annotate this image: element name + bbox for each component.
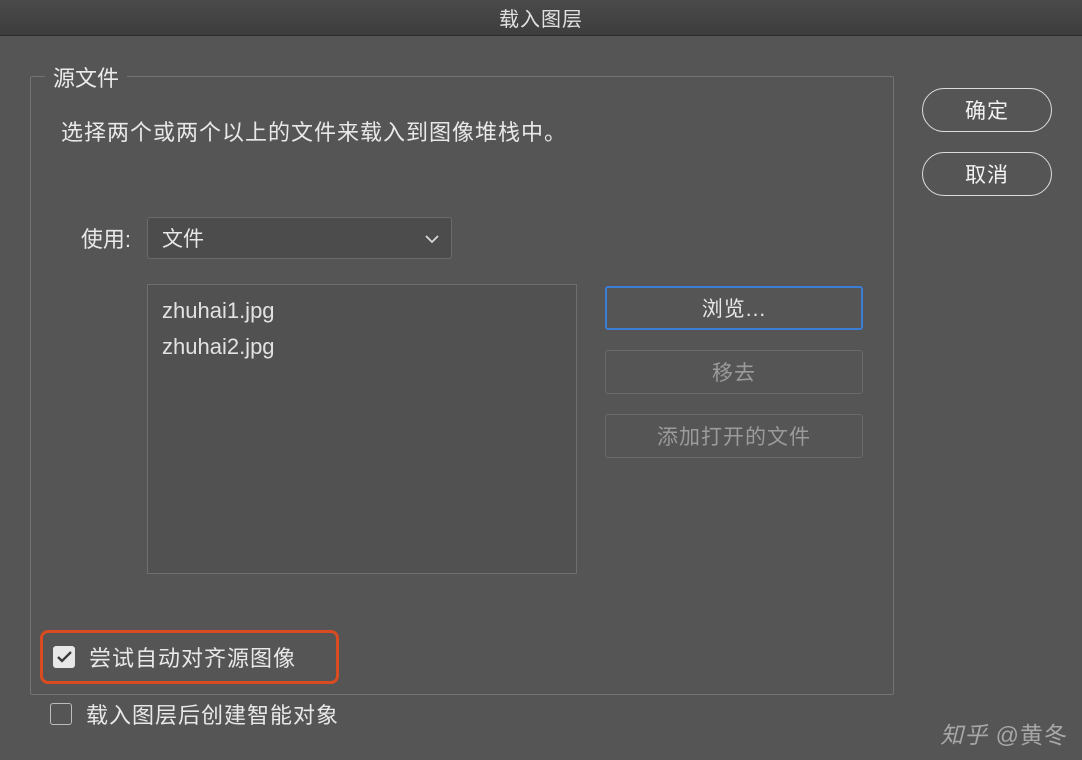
titlebar: 载入图层: [0, 0, 1082, 36]
checkbox-group: 尝试自动对齐源图像 载入图层后创建智能对象: [50, 630, 339, 730]
smart-object-row: 载入图层后创建智能对象: [50, 698, 339, 730]
watermark-author: @黄冬: [996, 722, 1068, 748]
smart-object-label: 载入图层后创建智能对象: [86, 698, 339, 730]
browse-button[interactable]: 浏览...: [605, 286, 863, 330]
chevron-down-icon: [425, 226, 439, 250]
dialog-content: 源文件 选择两个或两个以上的文件来载入到图像堆栈中。 使用: 文件 zhuhai…: [0, 36, 1082, 695]
file-list-row: zhuhai1.jpg zhuhai2.jpg 浏览... 移去 添加打开的文件: [61, 284, 863, 574]
source-files-fieldset: 源文件 选择两个或两个以上的文件来载入到图像堆栈中。 使用: 文件 zhuhai…: [30, 76, 894, 695]
window-title: 载入图层: [499, 3, 583, 32]
smart-object-checkbox[interactable]: [50, 703, 72, 725]
use-label: 使用:: [61, 222, 131, 254]
use-row: 使用: 文件: [61, 217, 863, 259]
list-buttons-column: 浏览... 移去 添加打开的文件: [605, 284, 863, 574]
list-item[interactable]: zhuhai1.jpg: [162, 293, 562, 329]
remove-button: 移去: [605, 350, 863, 394]
side-column: 确定 取消: [922, 76, 1052, 695]
file-list[interactable]: zhuhai1.jpg zhuhai2.jpg: [147, 284, 577, 574]
auto-align-row: 尝试自动对齐源图像: [40, 630, 339, 684]
watermark-prefix: 知乎: [940, 722, 995, 748]
cancel-button[interactable]: 取消: [922, 152, 1052, 196]
watermark: 知乎 @黄冬: [940, 716, 1068, 750]
add-open-files-button: 添加打开的文件: [605, 414, 863, 458]
main-column: 源文件 选择两个或两个以上的文件来载入到图像堆栈中。 使用: 文件 zhuhai…: [30, 76, 894, 695]
auto-align-checkbox[interactable]: [53, 646, 75, 668]
fieldset-legend: 源文件: [45, 61, 127, 93]
auto-align-label: 尝试自动对齐源图像: [89, 641, 296, 673]
use-select-value: 文件: [162, 223, 204, 253]
list-item[interactable]: zhuhai2.jpg: [162, 329, 562, 365]
use-select[interactable]: 文件: [147, 217, 452, 259]
ok-button[interactable]: 确定: [922, 88, 1052, 132]
instruction-text: 选择两个或两个以上的文件来载入到图像堆栈中。: [61, 115, 863, 147]
